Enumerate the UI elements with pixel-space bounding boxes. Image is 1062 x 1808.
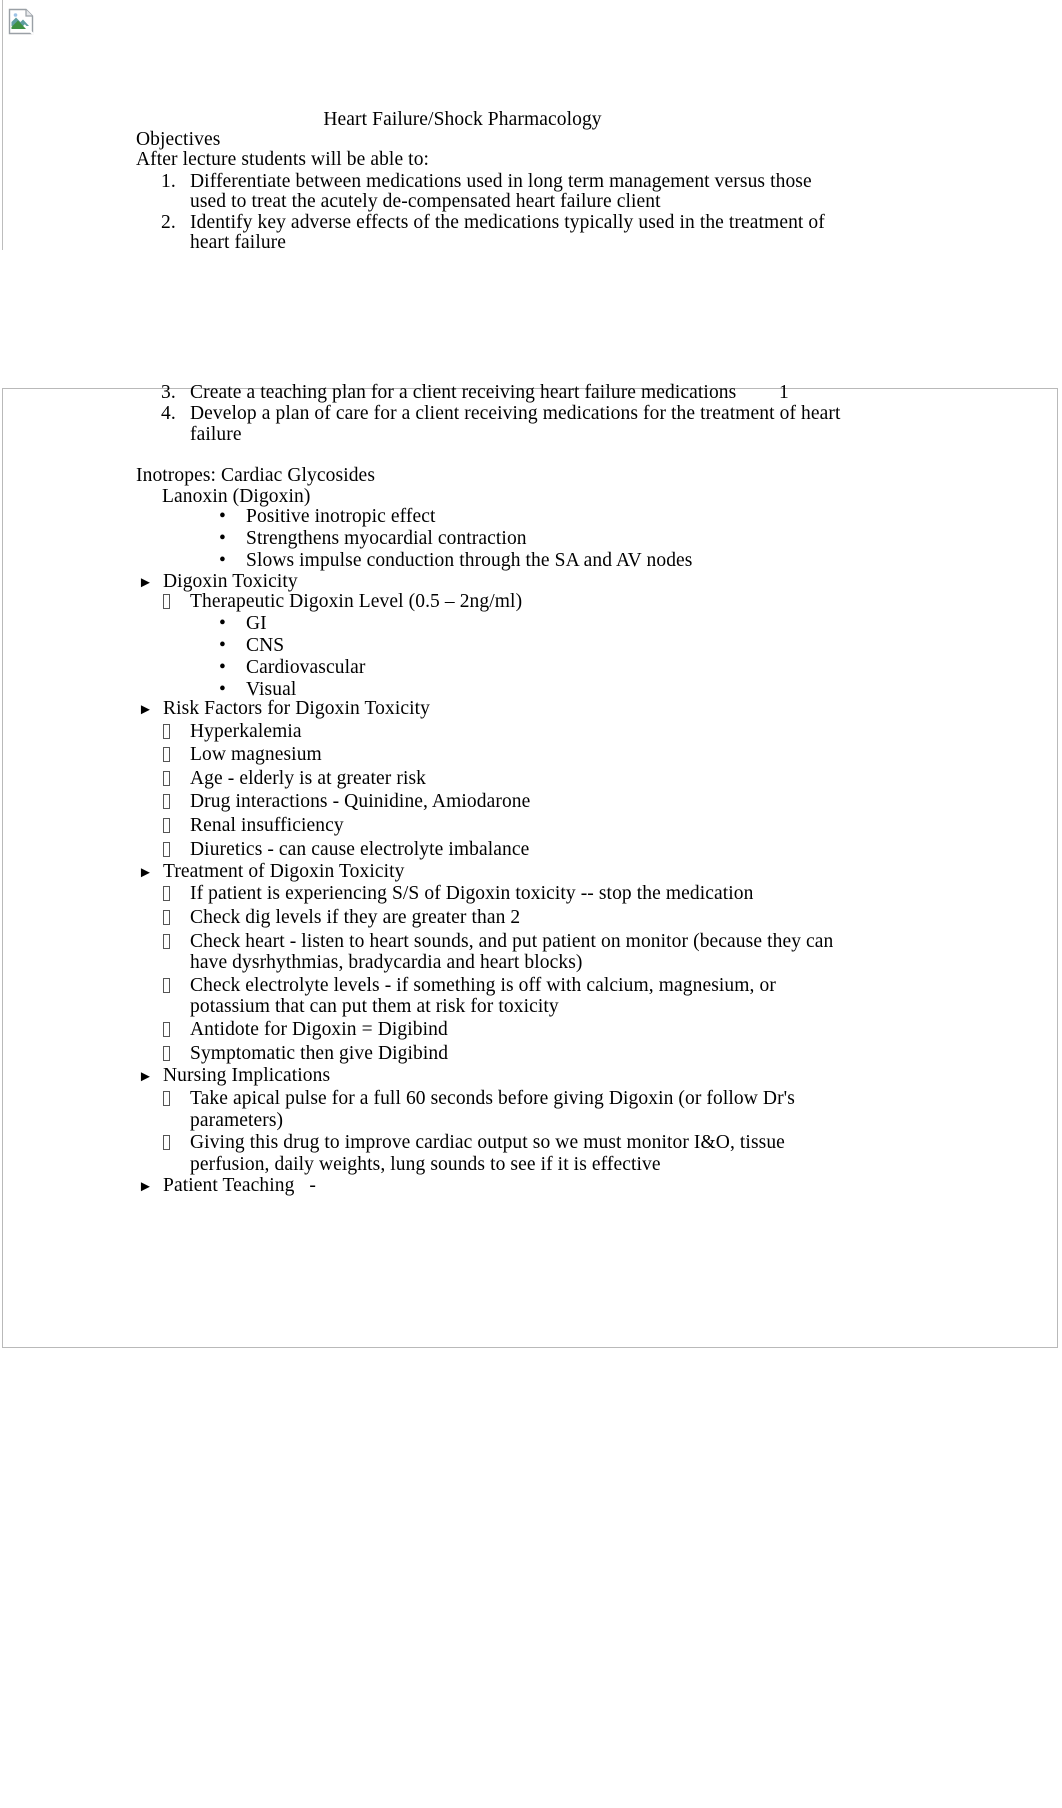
arrow-bullet-icon: ►: [138, 1179, 153, 1195]
page-number: 1: [779, 382, 789, 403]
square-bullet-icon: [163, 1043, 170, 1064]
objective-number-4: 4.: [161, 403, 176, 424]
square-bullet-icon: [163, 815, 170, 836]
treatment-item-5: Antidote for Digoxin = Digibind: [190, 1019, 448, 1040]
nursing-item-2-line-1: Giving this drug to improve cardiac outp…: [190, 1132, 785, 1153]
inotropes-effect-3: Slows impulse conduction through the SA …: [246, 550, 693, 571]
objective-text-1-line-2: used to treat the acutely de-compensated…: [190, 191, 661, 212]
treatment-item-4-line-1: Check electrolyte levels - if something …: [190, 975, 776, 996]
therapeutic-level-text: Therapeutic Digoxin Level (0.5 – 2ng/ml): [190, 591, 523, 612]
square-bullet-icon: [163, 883, 170, 904]
objective-text-4-line-2: failure: [190, 424, 242, 445]
toxicity-sign-4: Visual: [246, 679, 297, 700]
treatment-item-6: Symptomatic then give Digibind: [190, 1043, 449, 1064]
square-bullet-icon: [163, 839, 170, 860]
risk-factor-3: Age - elderly is at greater risk: [190, 768, 427, 789]
digoxin-toxicity-heading: Digoxin Toxicity: [163, 571, 298, 592]
page-border: [2, 388, 1058, 1348]
objective-text-2-line-1: Identify key adverse effects of the medi…: [190, 212, 825, 233]
objective-number-3: 3.: [161, 382, 176, 403]
risk-factor-1: Hyperkalemia: [190, 721, 302, 742]
square-bullet-icon: [163, 975, 170, 996]
dot-bullet-icon: •: [219, 613, 226, 634]
square-bullet-icon: [163, 744, 170, 765]
page-title: Heart Failure/Shock Pharmacology: [323, 109, 602, 130]
toxicity-sign-2: CNS: [246, 635, 285, 656]
treatment-item-3-line-2: have dysrhythmias, bradycardia and heart…: [190, 952, 583, 973]
arrow-bullet-icon: ►: [138, 865, 153, 881]
square-bullet-icon: [163, 591, 170, 612]
square-bullet-icon: [163, 907, 170, 928]
inotropes-effect-1: Positive inotropic effect: [246, 506, 436, 527]
patient-teaching-heading: Patient Teaching -: [163, 1175, 316, 1196]
risk-factors-heading: Risk Factors for Digoxin Toxicity: [163, 698, 430, 719]
arrow-bullet-icon: ►: [138, 1069, 153, 1085]
square-bullet-icon: [163, 931, 170, 952]
dot-bullet-icon: •: [219, 679, 226, 700]
square-bullet-icon: [163, 721, 170, 742]
nursing-implications-heading: Nursing Implications: [163, 1065, 331, 1086]
objective-number-2: 2.: [161, 212, 176, 233]
nursing-item-1-line-1: Take apical pulse for a full 60 seconds …: [190, 1088, 795, 1109]
nursing-item-1-line-2: parameters): [190, 1110, 284, 1131]
objectives-heading: Objectives: [136, 129, 221, 150]
objective-text-2-line-2: heart failure: [190, 232, 287, 253]
inotropes-effect-2: Strengthens myocardial contraction: [246, 528, 527, 549]
risk-factor-4: Drug interactions - Quinidine, Amiodaron…: [190, 791, 531, 812]
risk-factor-6: Diuretics - can cause electrolyte imbala…: [190, 839, 530, 860]
risk-factor-5: Renal insufficiency: [190, 815, 344, 836]
square-bullet-icon: [163, 1088, 170, 1109]
square-bullet-icon: [163, 791, 170, 812]
square-bullet-icon: [163, 768, 170, 789]
nursing-item-2-line-2: perfusion, daily weights, lung sounds to…: [190, 1154, 661, 1175]
inotropes-drug-name: Lanoxin (Digoxin): [162, 486, 311, 507]
dot-bullet-icon: •: [219, 550, 226, 571]
toxicity-sign-3: Cardiovascular: [246, 657, 366, 678]
toxicity-sign-1: GI: [246, 613, 267, 634]
objective-number-1: 1.: [161, 171, 176, 192]
broken-image-icon: [8, 8, 35, 35]
inotropes-heading: Inotropes: Cardiac Glycosides: [136, 465, 376, 486]
square-bullet-icon: [163, 1019, 170, 1040]
objective-text-3-line-1: Create a teaching plan for a client rece…: [190, 382, 737, 403]
dot-bullet-icon: •: [219, 506, 226, 527]
treatment-heading: Treatment of Digoxin Toxicity: [163, 861, 405, 882]
risk-factor-2: Low magnesium: [190, 744, 322, 765]
dot-bullet-icon: •: [219, 635, 226, 656]
treatment-item-1: If patient is experiencing S/S of Digoxi…: [190, 883, 754, 904]
arrow-bullet-icon: ►: [138, 702, 153, 718]
treatment-item-2: Check dig levels if they are greater tha…: [190, 907, 521, 928]
dot-bullet-icon: •: [219, 528, 226, 549]
objectives-intro: After lecture students will be able to:: [136, 149, 430, 170]
arrow-bullet-icon: ►: [138, 575, 153, 591]
treatment-item-4-line-2: potassium that can put them at risk for …: [190, 996, 559, 1017]
treatment-item-3-line-1: Check heart - listen to heart sounds, an…: [190, 931, 834, 952]
objective-text-1-line-1: Differentiate between medications used i…: [190, 171, 812, 192]
dot-bullet-icon: •: [219, 657, 226, 678]
objective-text-4-line-1: Develop a plan of care for a client rece…: [190, 403, 841, 424]
square-bullet-icon: [163, 1132, 170, 1153]
